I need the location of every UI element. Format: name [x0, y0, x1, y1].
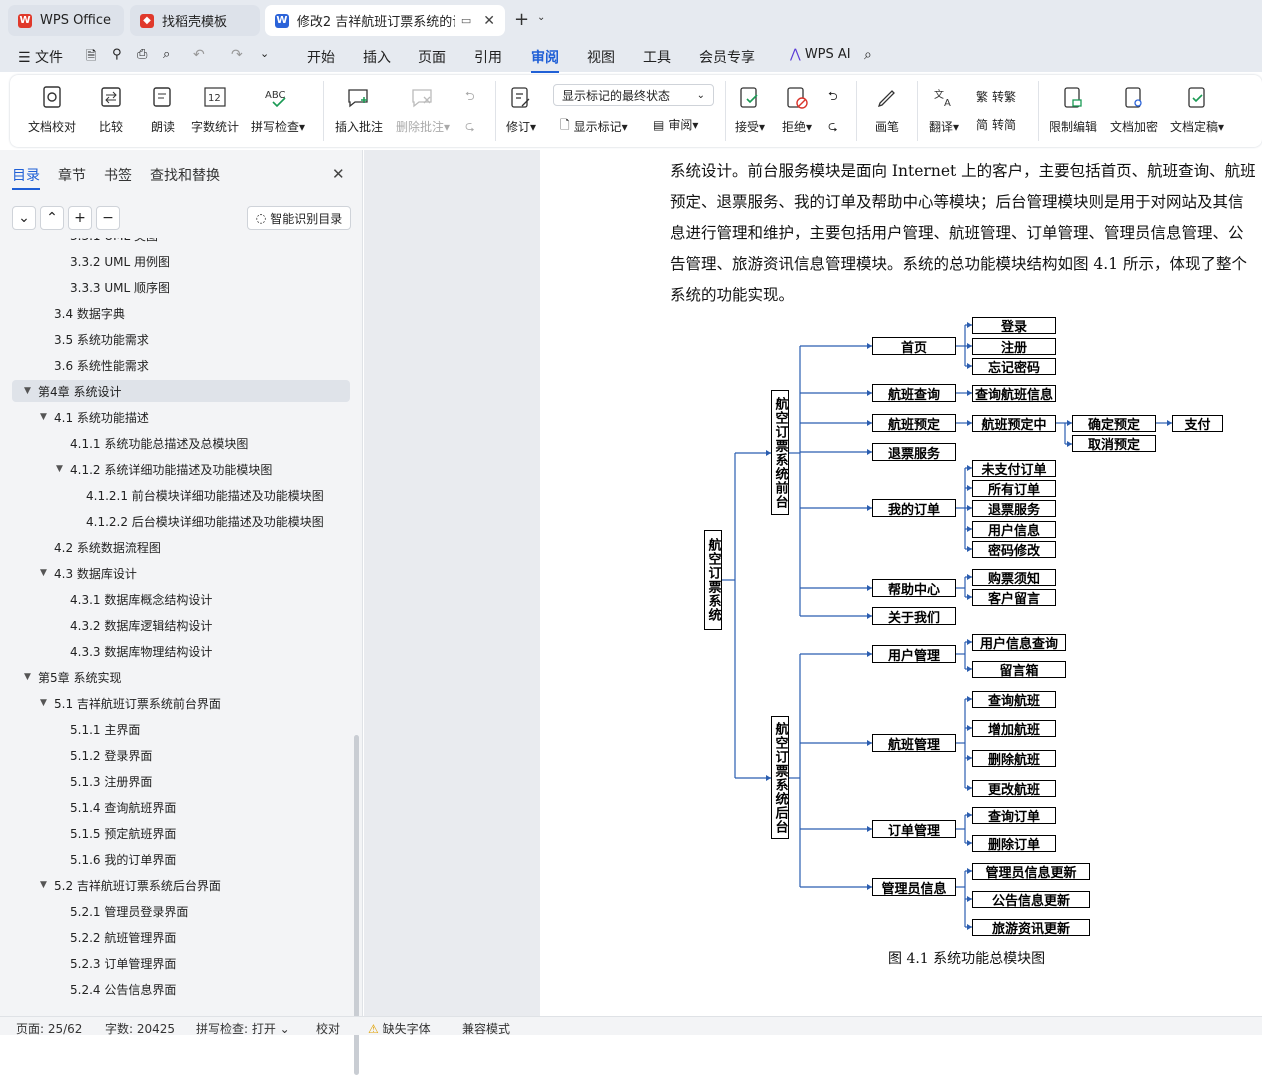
submodule-node: 查询航班信息: [972, 385, 1056, 403]
module-node: 退票服务: [872, 443, 956, 462]
submodule-node: 忘记密码: [972, 358, 1056, 376]
submodule-node: 管理员信息更新: [972, 863, 1090, 881]
module-node: 管理员信息: [872, 878, 956, 897]
submodule-node: 购票须知: [972, 569, 1056, 587]
submodule-node: 支付: [1172, 415, 1223, 433]
submodule-node: 密码修改: [972, 541, 1056, 559]
compat-mode: 兼容模式: [462, 1022, 511, 1036]
submodule-node: 留言箱: [972, 661, 1066, 679]
submodule-node: 删除订单: [972, 835, 1056, 853]
module-node: 航班查询: [872, 384, 956, 403]
submodule-node: 客户留言: [972, 589, 1056, 607]
submodule-node: 退票服务: [972, 500, 1056, 518]
word-count[interactable]: 字数: 20425: [105, 1020, 175, 1037]
submodule-node: 登录: [972, 317, 1056, 335]
module-node: 帮助中心: [872, 579, 956, 598]
back-node: 航空订票系统后台: [771, 716, 789, 839]
submodule-node: 查询航班: [972, 691, 1056, 709]
module-node: 关于我们: [872, 607, 956, 626]
proofread-status[interactable]: 校对: [316, 1020, 340, 1037]
status-bar: 页面: 25/62 字数: 20425 拼写检查: 打开 ⌄ 校对 ⚠ 缺失字体…: [0, 1016, 1262, 1037]
module-node: 航班管理: [872, 734, 956, 753]
module-node: 我的订单: [872, 499, 956, 518]
submodule-node: 删除航班: [972, 750, 1056, 768]
missing-font-label: 缺失字体: [382, 1022, 431, 1036]
submodule-node: 旅游资讯更新: [972, 919, 1090, 937]
module-node: 首页: [872, 337, 956, 356]
submodule-node: 公告信息更新: [972, 891, 1090, 909]
spell-status[interactable]: 拼写检查: 打开 ⌄: [196, 1020, 290, 1037]
submodule-node: 确定预定: [1072, 415, 1156, 433]
submodule-node: 所有订单: [972, 480, 1056, 498]
submodule-node: 航班预定中: [972, 415, 1056, 433]
root-node: 航空订票系统: [704, 530, 722, 630]
submodule-node: 查询订单: [972, 807, 1056, 825]
submodule-node: 取消预定: [1072, 435, 1156, 453]
submodule-node: 用户信息: [972, 521, 1056, 539]
warning-icon: ⚠: [368, 1022, 379, 1036]
module-node: 航班预定: [872, 414, 956, 433]
spell-status-label: 拼写检查: 打开: [196, 1022, 276, 1036]
submodule-node: 注册: [972, 338, 1056, 356]
missing-font-status[interactable]: ⚠ 缺失字体: [368, 1020, 431, 1037]
submodule-node: 用户信息查询: [972, 634, 1066, 652]
module-node: 订单管理: [872, 820, 956, 839]
submodule-node: 未支付订单: [972, 460, 1056, 478]
submodule-node: 增加航班: [972, 720, 1056, 738]
module-node: 用户管理: [872, 645, 956, 664]
front-node: 航空订票系统前台: [771, 390, 789, 515]
submodule-node: 更改航班: [972, 780, 1056, 798]
figure-caption: 图 4.1 系统功能总模块图: [888, 951, 1046, 967]
page-indicator[interactable]: 页面: 25/62: [16, 1020, 82, 1037]
